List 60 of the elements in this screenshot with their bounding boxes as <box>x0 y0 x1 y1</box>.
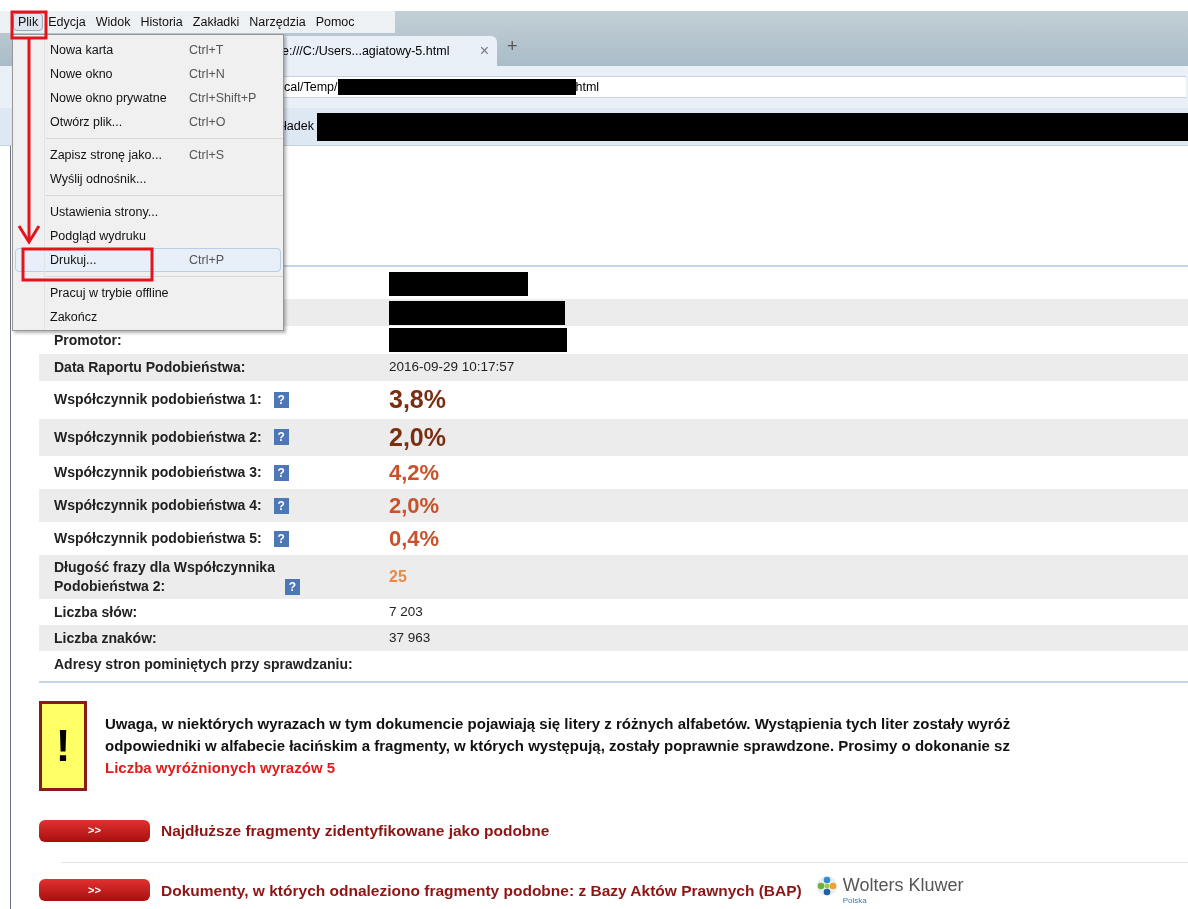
menu-item[interactable]: Wyślij odnośnik... <box>15 167 281 191</box>
help-icon[interactable]: ? <box>273 391 289 408</box>
help-icon[interactable]: ? <box>273 530 289 547</box>
menu-bar-item[interactable]: Widok <box>90 13 136 31</box>
tab-title: e:///C:/Users...agiatowy-5.html <box>282 42 450 60</box>
row-value: 0,4% <box>389 525 440 553</box>
row-label: Długość frazy dla Współczynnika Podobieństwa 2: <box>54 558 276 596</box>
warning-text: odpowiedniki w alfabecie łacińskim a fragmenty, w których występują, zostały poprawnie sprawdzone. Prosimy o dokonanie sz <box>105 736 1011 756</box>
address-text: cal/Temp/ <box>284 78 338 96</box>
menu-item[interactable]: Otwórz plik... Ctrl+O <box>15 110 281 134</box>
new-tab-icon[interactable]: + <box>507 33 518 60</box>
logo-subtitle: Polska <box>842 896 867 906</box>
menu-item[interactable]: Zapisz stronę jako... Ctrl+S <box>15 143 281 167</box>
help-icon[interactable]: ? <box>273 497 289 514</box>
row-label: Data Raportu Podobieństwa: <box>54 358 246 377</box>
row-label: Współczynnik podobieństwa 1: <box>54 390 262 410</box>
menu-item[interactable]: Nowe okno prywatne Ctrl+Shift+P <box>15 86 281 110</box>
menu-item[interactable]: Pracuj w trybie offline <box>15 281 281 305</box>
menu-bar-item[interactable]: Historia <box>135 13 188 31</box>
menu-item[interactable]: Ustawienia strony... <box>15 200 281 224</box>
row-value: 4,2% <box>389 459 440 487</box>
menu-bar-item[interactable]: Narzędzia <box>244 13 311 31</box>
row-label: Promotor: <box>54 330 122 350</box>
section-link[interactable]: Najdłuższe fragmenty zidentyfikowane jako podobne <box>161 819 550 843</box>
row-value: 2016-09-29 10:17:57 <box>389 358 515 377</box>
help-icon[interactable]: ? <box>273 429 289 446</box>
row-value: 3,8% <box>389 384 446 415</box>
logo-icon <box>815 875 838 898</box>
row-value: 25 <box>389 567 407 587</box>
row-label: Współczynnik podobieństwa 4: <box>54 496 262 515</box>
row-label: Liczba słów: <box>54 602 138 622</box>
row-value: 37 963 <box>389 628 431 647</box>
warning-text: Uwaga, w niektórych wyrazach w tym dokumencie pojawiają się litery z różnych alfabetów. Wystąpienia tych liter zostały wyróż <box>105 714 1011 734</box>
help-icon[interactable]: ? <box>273 464 289 481</box>
warning-count: Liczba wyróżnionych wyrazów 5 <box>105 758 337 778</box>
row-value: 2,0% <box>389 492 440 520</box>
menu-item[interactable]: Drukuj... Ctrl+P <box>15 248 281 272</box>
menu-bar-item[interactable]: Edycja <box>43 13 91 31</box>
logo-text: Wolters Kluwer <box>842 875 964 896</box>
row-label: Adresy stron pominiętych przy sprawdzaniu: <box>54 654 353 674</box>
expand-button[interactable]: >> <box>39 879 150 902</box>
menu-item[interactable]: Zakończ <box>15 305 281 329</box>
menu-bar-item[interactable]: Zakładki <box>187 13 245 31</box>
annotation-frame <box>10 10 48 40</box>
menu-item[interactable]: Podgląd wydruku <box>15 224 281 248</box>
row-value: 7 203 <box>389 602 423 621</box>
help-icon[interactable]: ? <box>285 579 300 595</box>
row-label: Współczynnik podobieństwa 5: <box>54 529 262 548</box>
warning-icon: ! <box>39 701 87 791</box>
close-icon[interactable]: × <box>479 39 489 63</box>
address-field[interactable]: cal/Temp/ html <box>284 76 1186 98</box>
row-label: Współczynnik podobieństwa 3: <box>54 463 262 482</box>
expand-button[interactable]: >> <box>39 819 150 842</box>
menu-bar-item[interactable]: Pomoc <box>310 13 360 31</box>
row-label: Liczba znaków: <box>54 628 157 648</box>
row-value: 2,0% <box>389 421 446 453</box>
row-label: Współczynnik podobieństwa 2: <box>54 427 262 447</box>
bookmark-item[interactable]: ładek <box>284 117 314 136</box>
address-text: html <box>575 78 600 96</box>
section-link[interactable]: Dokumenty, w których odnaleziono fragmenty podobne: z Bazy Aktów Prawnych (BAP) <box>161 878 802 902</box>
